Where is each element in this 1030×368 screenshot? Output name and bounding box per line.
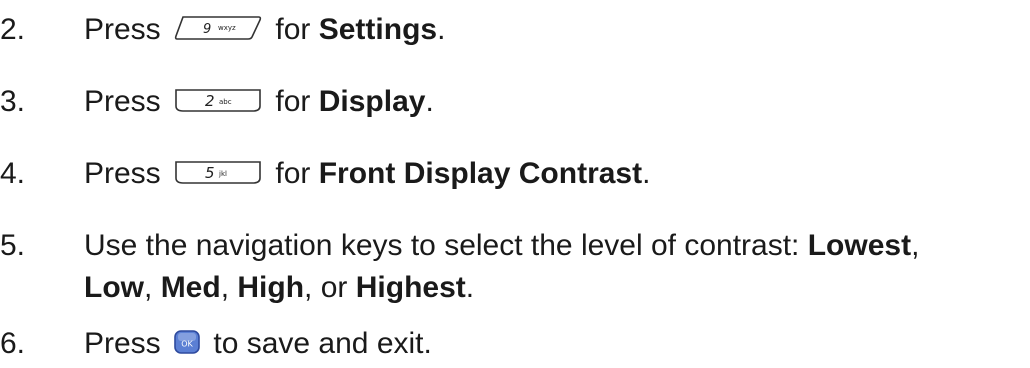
step-text: Press 2 abc for Display. [84,84,434,120]
comma: , [911,229,920,262]
step-text: Press OK to save and exit. [84,326,432,362]
step-text: Use the navigation keys to select the le… [84,228,919,264]
period: . [642,157,651,190]
step-text-press: Press [84,85,161,118]
period: . [437,13,446,46]
comma: , [220,271,230,304]
comma: , [304,271,313,304]
menu-option-front-display-contrast: Front Display Contrast [318,157,643,190]
step-text-press: Press [84,13,161,46]
key-letters: abc [219,98,232,106]
menu-option-settings: Settings [318,13,438,46]
5-jkl-key-icon: 5 jkl [173,159,263,185]
key-digit: 9 [203,22,211,37]
period: . [425,85,434,118]
contrast-option-low: Low [84,271,144,304]
contrast-option-highest: Highest [355,271,466,304]
step-text-for: for [275,85,311,118]
step-number: 5. [0,229,26,262]
key-letters: wxyz [218,24,236,32]
contrast-option-med: Med [160,271,221,304]
conjunction-or: or [320,271,348,304]
step-text-for: for [275,157,311,190]
period: . [465,271,475,304]
contrast-option-high: High [237,271,305,304]
step-instruction: Use the navigation keys to select the le… [84,229,800,262]
step-text-press: Press [84,327,161,360]
step-text-for: for [275,13,311,46]
contrast-option-lowest: Lowest [807,229,912,262]
step-number: 3. [0,85,26,118]
key-label: OK [181,340,193,349]
step-text: Low, Med, High, or Highest. [84,270,474,306]
step-text-press: Press [84,157,161,190]
key-digit: 5 [205,164,215,182]
step-text-tail: to save and exit. [213,327,432,360]
menu-option-display: Display [318,85,426,118]
2-abc-key-icon: 2 abc [173,87,263,113]
ok-key-icon: OK [173,329,201,355]
step-text: Press 5 jkl for Front Display Contrast. [84,156,650,192]
key-digit: 2 [205,92,215,110]
key-letters: jkl [218,170,227,178]
step-text: Press 9 wxyz for Settings. [84,12,445,48]
9-wxyz-key-icon: 9 wxyz [173,15,263,41]
step-number: 6. [0,327,26,360]
step-number: 4. [0,157,26,190]
comma: , [144,271,153,304]
step-number: 2. [0,13,26,46]
